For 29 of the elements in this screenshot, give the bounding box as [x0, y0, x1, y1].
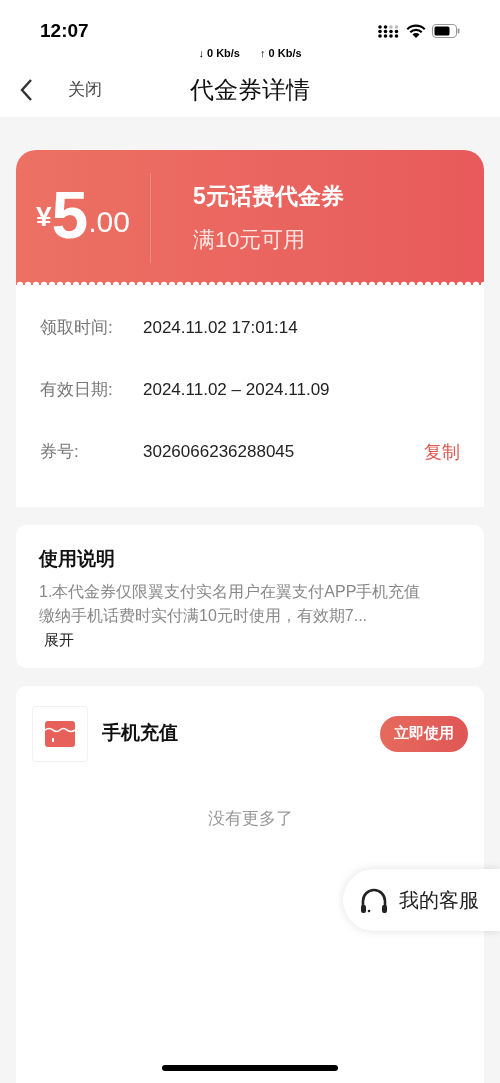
amount-integer: 5 [51, 181, 89, 248]
copy-link[interactable]: 复制 [424, 438, 460, 466]
coupon-name: 5元话费代金券 [193, 181, 344, 211]
amount-decimal: .00 [88, 203, 130, 240]
detail-label: 券号: [40, 441, 80, 464]
detail-value: 2024.11.02 – 2024.11.09 [143, 379, 330, 402]
coupon-condition: 满10元可用 [193, 226, 307, 255]
merchant-name: 手机充值 [102, 721, 178, 746]
wifi-icon [406, 23, 426, 39]
use-now-button[interactable]: 立即使用 [380, 715, 468, 752]
expand-link[interactable]: 展开 [44, 628, 74, 651]
headset-icon [359, 886, 389, 914]
shop-icon [32, 705, 88, 762]
detail-label: 有效日期: [40, 379, 114, 402]
currency-symbol: ¥ [36, 200, 52, 232]
close-link[interactable]: 关闭 [68, 76, 102, 103]
customer-service-button[interactable]: 我的客服 [343, 869, 500, 931]
detail-value: 2024.11.02 17:01:14 [143, 317, 298, 340]
signal-icon [378, 24, 400, 38]
battery-icon [432, 24, 460, 38]
status-time: 12:07 [40, 18, 89, 43]
no-more-text: 没有更多了 [206, 807, 294, 830]
download-speed: ↓ 0 Kb/s [198, 45, 240, 61]
section-title: 使用说明 [39, 547, 116, 571]
detail-value: 3026066236288045 [143, 441, 295, 464]
detail-label: 领取时间: [40, 317, 114, 340]
upload-speed: ↑ 0 Kb/s [260, 45, 302, 61]
instructions-text: 1.本代金券仅限翼支付实名用户在翼支付APP手机充值缴纳手机话费时实付满10元时使用，有效期7... [39, 581, 422, 626]
page-title: 代金券详情 [190, 74, 310, 105]
